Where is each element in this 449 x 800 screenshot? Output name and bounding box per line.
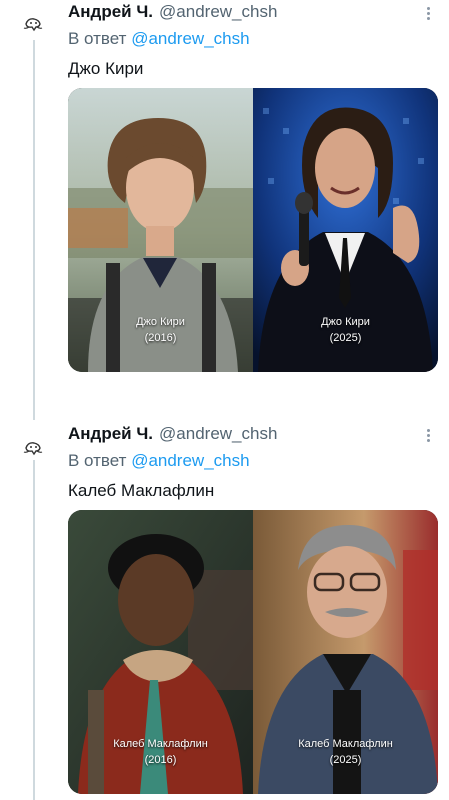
tweet-text: Калеб Маклафлин — [68, 481, 215, 500]
photo-caption: Калеб Маклафлин (2025) — [253, 736, 438, 768]
reply-to-link[interactable]: @andrew_chsh — [131, 29, 249, 48]
photo-caption: Джо Кири (2025) — [253, 314, 438, 346]
author-name[interactable]: Андрей Ч. — [68, 2, 153, 22]
photo-caption: Калеб Маклафлин (2016) — [68, 736, 253, 768]
author-name[interactable]: Андрей Ч. — [68, 424, 153, 444]
tweet[interactable]: Андрей Ч. @andrew_chsh В ответ @andrew_c… — [0, 0, 449, 400]
caption-name: Калеб Маклафлин — [298, 738, 393, 750]
tweet-header: Андрей Ч. @andrew_chsh — [68, 2, 419, 24]
media-photo[interactable]: Джо Кири (2025) — [253, 88, 438, 372]
caption-year: (2025) — [329, 332, 362, 344]
reply-prefix: В ответ — [68, 29, 127, 48]
caption-year: (2016) — [144, 332, 177, 344]
caption-year: (2016) — [144, 754, 177, 766]
reply-context: В ответ @andrew_chsh — [68, 451, 250, 471]
caption-name: Джо Кири — [321, 316, 370, 328]
tweet-text: Джо Кири — [68, 59, 144, 78]
media-photo[interactable]: Калеб Маклафлин (2016) — [68, 510, 253, 794]
photo-caption: Джо Кири (2016) — [68, 314, 253, 346]
tweet-media[interactable]: Джо Кири (2016) Джо Кири (2025) — [68, 88, 438, 372]
more-options-icon[interactable] — [425, 427, 431, 445]
reply-to-link[interactable]: @andrew_chsh — [131, 451, 249, 470]
tweet-header: Андрей Ч. @andrew_chsh — [68, 424, 419, 446]
tweet[interactable]: Андрей Ч. @andrew_chsh В ответ @andrew_c… — [0, 420, 449, 800]
author-handle[interactable]: @andrew_chsh — [159, 2, 277, 22]
caption-name: Джо Кири — [136, 316, 185, 328]
avatar-icon[interactable] — [20, 12, 46, 38]
reply-prefix: В ответ — [68, 451, 127, 470]
media-photo[interactable]: Джо Кири (2016) — [68, 88, 253, 372]
reply-context: В ответ @andrew_chsh — [68, 29, 250, 49]
avatar-icon[interactable] — [20, 436, 46, 462]
author-handle[interactable]: @andrew_chsh — [159, 424, 277, 444]
more-options-icon[interactable] — [425, 5, 431, 23]
tweet-media[interactable]: Калеб Маклафлин (2016) Калеб Маклафлин (… — [68, 510, 438, 794]
caption-name: Калеб Маклафлин — [113, 738, 208, 750]
caption-year: (2025) — [329, 754, 362, 766]
media-photo[interactable]: Калеб Маклафлин (2025) — [253, 510, 438, 794]
